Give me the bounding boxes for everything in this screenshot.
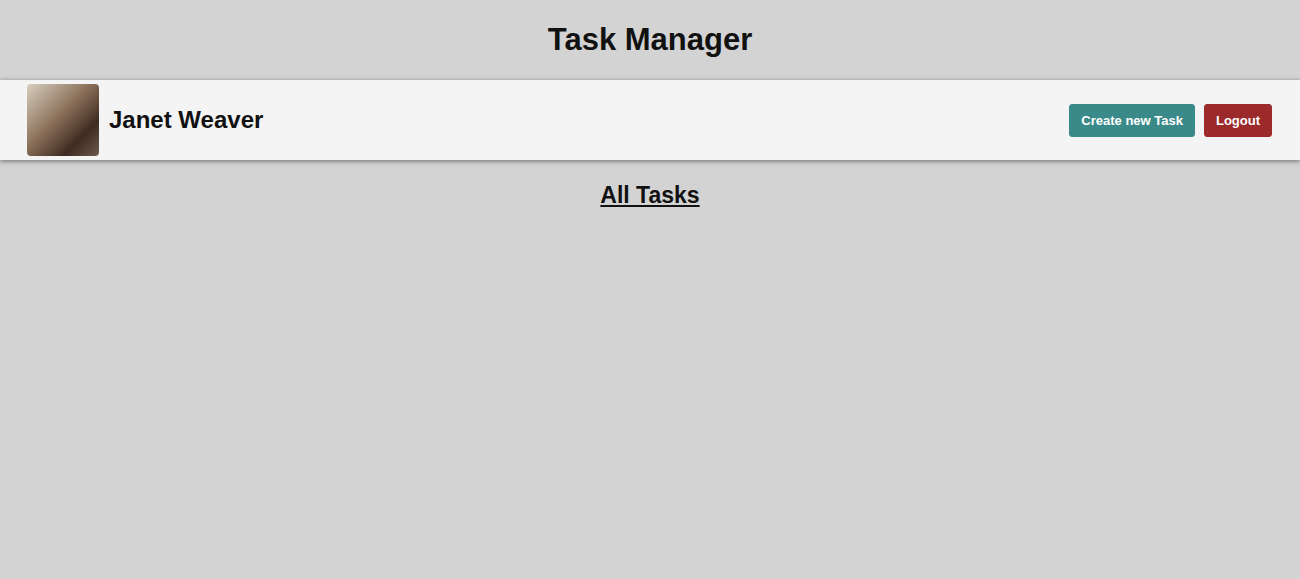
app-header: Task Manager [0,0,1300,80]
user-actions: Create new Task Logout [1069,104,1272,137]
user-bar: Janet Weaver Create new Task Logout [0,80,1300,160]
section-title: All Tasks [600,182,699,209]
user-name: Janet Weaver [109,106,263,134]
action-button[interactable]: Logout [1204,104,1272,137]
user-info: Janet Weaver [27,84,263,156]
app-title: Task Manager [548,22,752,58]
action-button[interactable]: Create new Task [1069,104,1195,137]
tasks-section: All Tasks [0,160,1300,209]
user-avatar [27,84,99,156]
task-manager-page: Task Manager Janet Weaver Create new Tas… [0,0,1300,579]
